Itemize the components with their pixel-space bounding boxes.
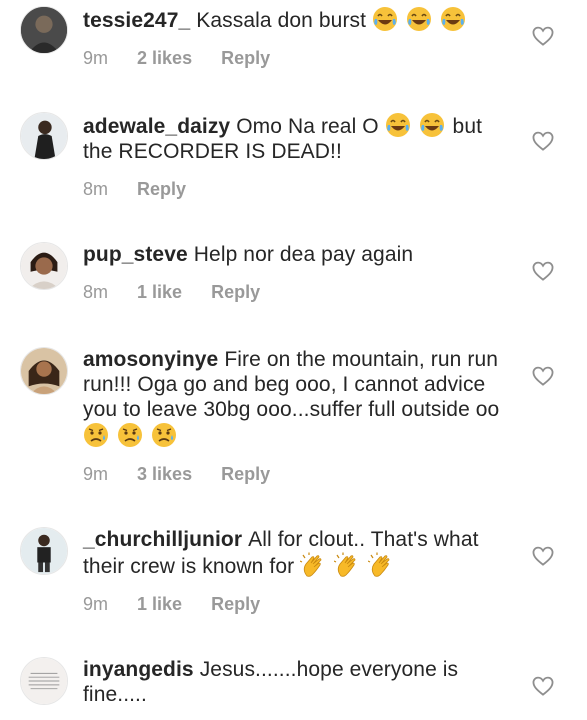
reply-button[interactable]: Reply [211,593,260,615]
comment-text: amosonyinye Fire on the mountain, run run… [83,347,513,449]
heart-outline-icon[interactable] [532,131,554,151]
avatar[interactable] [20,527,68,575]
comment-likes[interactable]: 3 likes [137,463,192,485]
comment-time: 9m [83,594,109,614]
comment-likes[interactable]: 2 likes [137,47,192,69]
sad-sweat-emoji-icon [117,422,143,448]
sad-sweat-emoji-icon [151,422,177,448]
clapping-hands-emoji-icon [334,552,360,578]
comment-time: 8m [83,179,109,199]
comment-username[interactable]: amosonyinye [83,348,218,371]
heart-outline-icon[interactable] [532,676,554,696]
laughing-tears-emoji-icon [419,112,445,138]
comment-username[interactable]: pup_steve [83,243,188,266]
avatar[interactable] [20,657,68,705]
comment-time: 9m [83,464,109,484]
comment-body: Help nor dea pay again [193,243,414,266]
comment-likes[interactable]: 1 like [137,593,182,615]
reply-button[interactable]: Reply [137,178,186,200]
heart-outline-icon[interactable] [532,546,554,566]
reply-button[interactable]: Reply [221,463,270,485]
laughing-tears-emoji-icon [372,6,398,32]
comment-text: inyangedis Jesus.......hope everyone is f… [83,657,513,707]
comment-username[interactable]: inyangedis [83,658,194,681]
laughing-tears-emoji-icon [385,112,411,138]
comment-text: tessie247_ Kassala don burst [83,6,513,33]
comment-body: Omo Na real O [236,115,379,138]
comment-meta: 9m 1 like Reply [83,593,513,615]
comment-meta: 8m 1 like Reply [83,281,513,303]
clapping-hands-emoji-icon [368,552,394,578]
comment-meta: 9m 3 likes Reply [83,463,513,485]
comment-text: adewale_daizy Omo Na real O but the RECOR… [83,112,513,164]
comment-text: _churchilljunior All for clout.. That's w… [83,527,513,579]
comment-text: pup_steve Help nor dea pay again [83,242,513,267]
comment-meta: 8m Reply [83,178,513,200]
heart-outline-icon[interactable] [532,366,554,386]
heart-outline-icon[interactable] [532,26,554,46]
comment-time: 9m [83,48,109,68]
comment-time: 8m [83,282,109,302]
comment-body: Kassala don burst [196,9,367,32]
clapping-hands-emoji-icon [300,552,326,578]
comment-username[interactable]: tessie247_ [83,9,190,32]
sad-sweat-emoji-icon [83,422,109,448]
avatar[interactable] [20,242,68,290]
comment-username[interactable]: _churchilljunior [83,528,242,551]
comment-likes[interactable]: 1 like [137,281,182,303]
avatar[interactable] [20,6,68,54]
laughing-tears-emoji-icon [406,6,432,32]
comment-username[interactable]: adewale_daizy [83,115,230,138]
laughing-tears-emoji-icon [440,6,466,32]
avatar[interactable] [20,347,68,395]
reply-button[interactable]: Reply [211,281,260,303]
heart-outline-icon[interactable] [532,261,554,281]
reply-button[interactable]: Reply [221,47,270,69]
comment-meta: 9m 2 likes Reply [83,47,513,69]
avatar[interactable] [20,112,68,160]
